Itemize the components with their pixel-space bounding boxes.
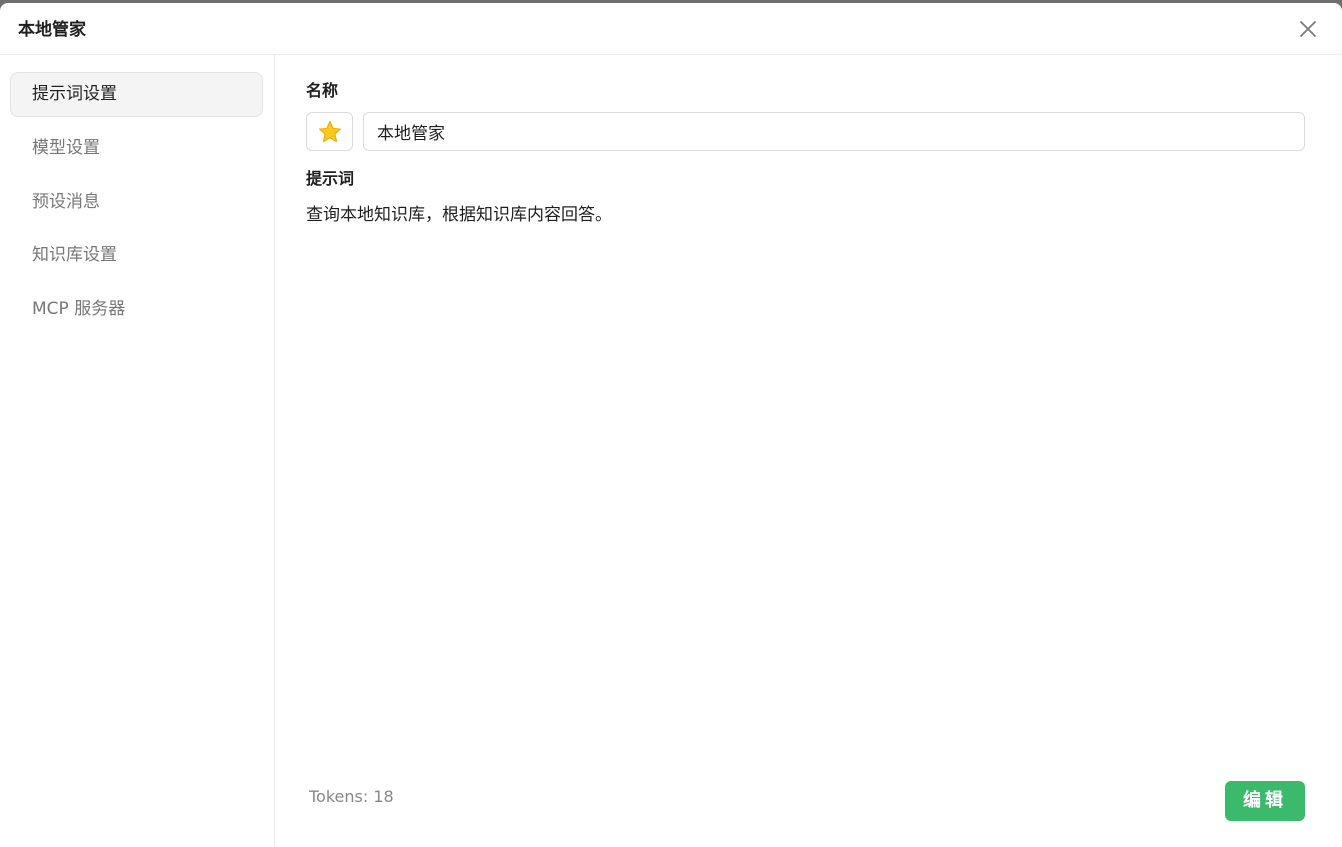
- prompt-label: 提示词: [306, 169, 355, 188]
- assistant-settings-dialog: 本地管家 提示词设置 模型设置 预设消息 知识库设置 MCP 服务器 名称 提示…: [0, 3, 1342, 847]
- prompt-text[interactable]: 查询本地知识库，根据知识库内容回答。: [306, 203, 612, 227]
- emoji-picker-button[interactable]: [306, 112, 353, 151]
- edit-button[interactable]: 编辑: [1225, 781, 1305, 821]
- sidebar-item-prompt-settings[interactable]: 提示词设置: [10, 72, 263, 117]
- star-icon: [318, 120, 341, 142]
- dialog-header: 本地管家: [0, 3, 1342, 55]
- settings-sidebar: 提示词设置 模型设置 预设消息 知识库设置 MCP 服务器: [0, 55, 275, 847]
- sidebar-item-knowledge-base-settings[interactable]: 知识库设置: [10, 233, 263, 278]
- dialog-title: 本地管家: [18, 20, 86, 40]
- assistant-name-input[interactable]: [363, 112, 1305, 151]
- settings-content: 名称 提示词 查询本地知识库，根据知识库内容回答。 Tokens: 18 编辑: [276, 55, 1342, 847]
- close-icon[interactable]: [1296, 17, 1320, 41]
- token-count: Tokens: 18: [309, 787, 394, 806]
- sidebar-item-mcp-servers[interactable]: MCP 服务器: [10, 287, 263, 332]
- sidebar-item-preset-messages[interactable]: 预设消息: [10, 180, 263, 225]
- name-label: 名称: [306, 81, 339, 100]
- sidebar-item-model-settings[interactable]: 模型设置: [10, 126, 263, 171]
